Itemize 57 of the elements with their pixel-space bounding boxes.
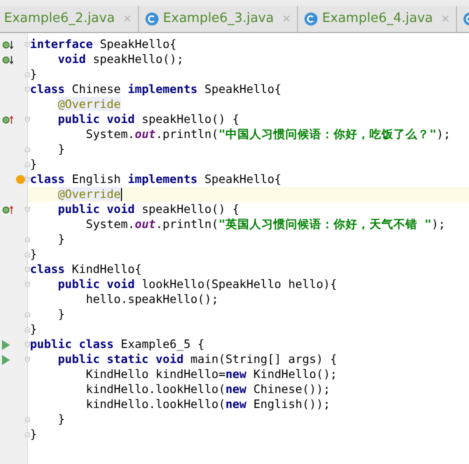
tab-label: Example6_4.java <box>322 10 433 28</box>
fold-icon[interactable] <box>25 430 30 439</box>
text-cursor <box>120 188 122 201</box>
fold-icon[interactable] <box>25 160 30 169</box>
fold-icon[interactable] <box>25 85 30 94</box>
code-line: hello.speakHello(); <box>84 292 218 307</box>
lightbulb-icon[interactable] <box>16 175 25 184</box>
close-icon[interactable]: × <box>440 10 450 28</box>
code-line: public class Example6_5 { <box>30 337 205 352</box>
code-line: public void speakHello() { <box>56 112 240 127</box>
overrides-icon[interactable] <box>2 114 14 124</box>
overrides-icon[interactable] <box>2 204 14 214</box>
code-line: interface SpeakHello{ <box>30 37 177 52</box>
implemented-icon[interactable] <box>2 40 14 50</box>
code-line: } <box>30 427 37 442</box>
fold-icon[interactable] <box>25 415 30 424</box>
code-line: } <box>30 322 37 337</box>
code-line: void speakHello(); <box>56 52 184 67</box>
fold-icon[interactable] <box>25 175 30 184</box>
fold-icon[interactable] <box>25 280 30 289</box>
code-line: class Chinese implements SpeakHello{ <box>30 82 282 97</box>
fold-icon[interactable] <box>25 235 30 244</box>
run-icon[interactable] <box>2 354 10 364</box>
code-line: class KindHello{ <box>30 262 142 277</box>
fold-icon[interactable] <box>25 265 30 274</box>
fold-icon[interactable] <box>25 70 30 79</box>
code-line: kindHello.lookHello(new Chinese()); <box>84 382 330 397</box>
fold-icon[interactable] <box>25 115 30 124</box>
fold-icon[interactable] <box>25 340 30 349</box>
fold-icon[interactable] <box>25 355 30 364</box>
fold-icon[interactable] <box>25 205 30 214</box>
implemented-icon[interactable] <box>2 54 14 64</box>
code-line: } <box>56 412 65 427</box>
fold-icon[interactable] <box>25 325 30 334</box>
code-line: public static void main(String[] args) { <box>56 352 338 367</box>
code-line: } <box>56 232 65 247</box>
code-line: } <box>30 247 37 262</box>
code-line: } <box>30 157 37 172</box>
code-line: kindHello.lookHello(new English()); <box>84 397 330 412</box>
code-line: KindHello kindHello=new KindHello(); <box>84 367 338 382</box>
code-line: } <box>30 67 37 82</box>
close-icon[interactable]: × <box>122 10 132 28</box>
close-icon[interactable]: × <box>282 10 292 28</box>
run-icon[interactable] <box>2 340 10 350</box>
code-line: System.out.println("英国人习惯问候语：你好，天气不错 "); <box>84 217 446 232</box>
code-line: } <box>56 307 65 322</box>
tab-label: Example6_3.java <box>163 10 274 28</box>
fold-icon[interactable] <box>25 310 30 319</box>
fold-icon[interactable] <box>25 145 30 154</box>
tab-label: Example6_2.java <box>4 10 115 28</box>
code-line: class English implements SpeakHello{ <box>30 172 282 187</box>
code-line: public void lookHello(SpeakHello hello){ <box>56 277 338 292</box>
fold-icon[interactable] <box>25 40 30 49</box>
fold-icon[interactable] <box>25 250 30 259</box>
code-line: public void speakHello() { <box>56 202 240 217</box>
code-line: System.out.println("中国人习惯问候语：你好，吃饭了么？"); <box>84 127 450 142</box>
code-line: } <box>56 142 65 157</box>
